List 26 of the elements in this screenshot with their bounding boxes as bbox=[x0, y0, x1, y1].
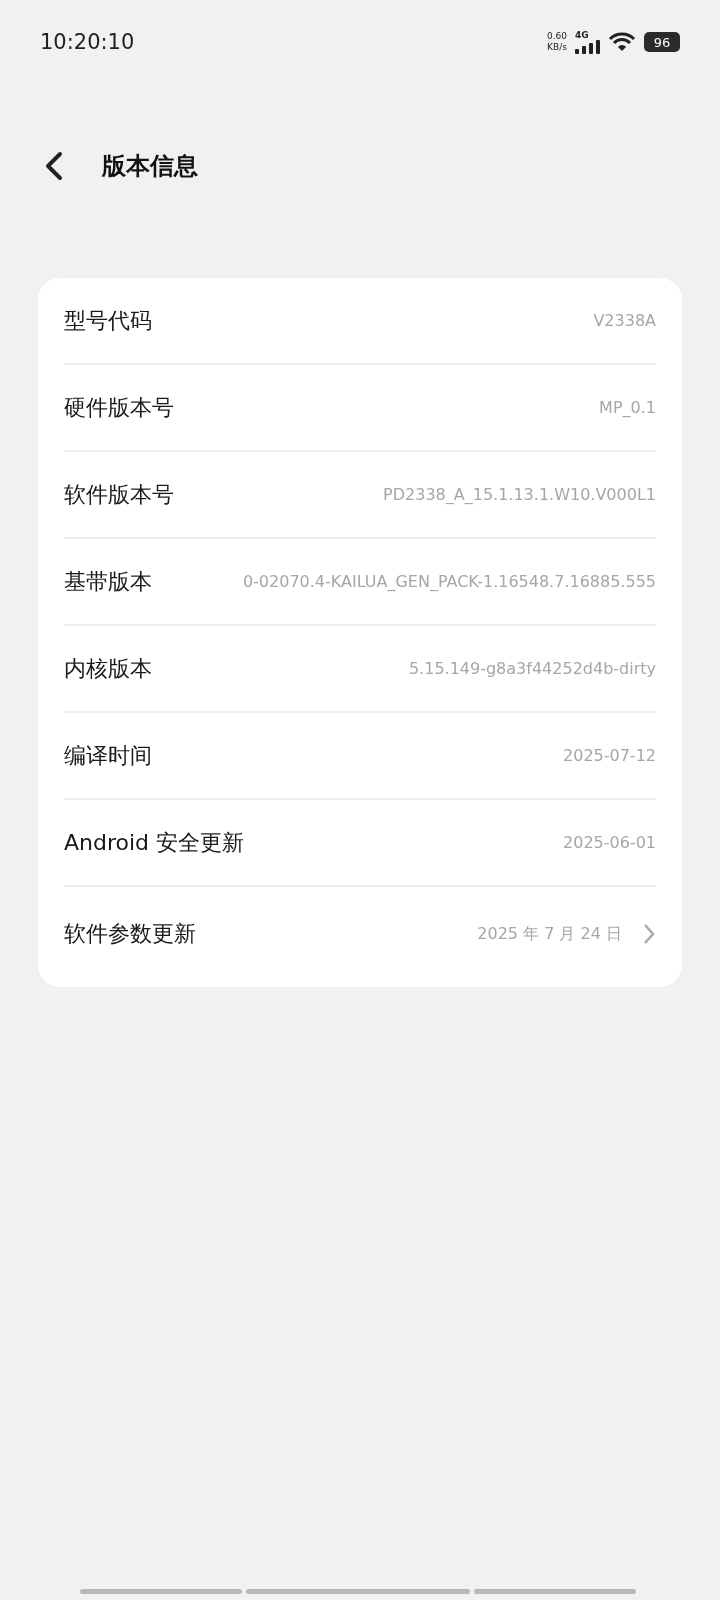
battery-level: 96 bbox=[644, 32, 680, 52]
row-label: 硬件版本号 bbox=[64, 393, 174, 422]
row-value: 2025-06-01 bbox=[563, 833, 656, 852]
wifi-icon bbox=[608, 31, 636, 53]
page-title: 版本信息 bbox=[102, 151, 198, 182]
chevron-right-icon bbox=[642, 922, 656, 946]
row-label: 软件参数更新 bbox=[64, 920, 196, 948]
signal-icon bbox=[575, 39, 600, 54]
row-label: 软件版本号 bbox=[64, 480, 174, 509]
settings-row[interactable]: 软件参数更新 2025 年 7 月 24 日 bbox=[64, 887, 656, 981]
row-value: MP_0.1 bbox=[599, 398, 656, 417]
status-time: 10:20:10 bbox=[40, 30, 135, 54]
row-value: 2025-07-12 bbox=[563, 746, 656, 765]
row-label: 型号代码 bbox=[64, 306, 152, 335]
row-label: 内核版本 bbox=[64, 654, 152, 683]
row-value: 0-02070.4-KAILUA_GEN_PACK-1.16548.7.16885.555 bbox=[242, 572, 656, 591]
row-value: PD2338_A_15.1.13.1.W10.V000L1 bbox=[383, 485, 656, 504]
row-label: 基带版本 bbox=[64, 567, 152, 596]
row-label: 编译时间 bbox=[64, 741, 152, 770]
speed-unit: KB/s bbox=[547, 42, 567, 53]
row-value: 2025 年 7 月 24 日 bbox=[477, 923, 622, 945]
row-value: 5.15.149-g8a3f44252d4b-dirty bbox=[408, 659, 656, 678]
network-type: 4G bbox=[575, 30, 589, 40]
row-label: Android 安全更新 bbox=[64, 828, 245, 857]
speed-value: 0.60 bbox=[546, 31, 567, 42]
row-value: V2338A bbox=[593, 311, 656, 330]
